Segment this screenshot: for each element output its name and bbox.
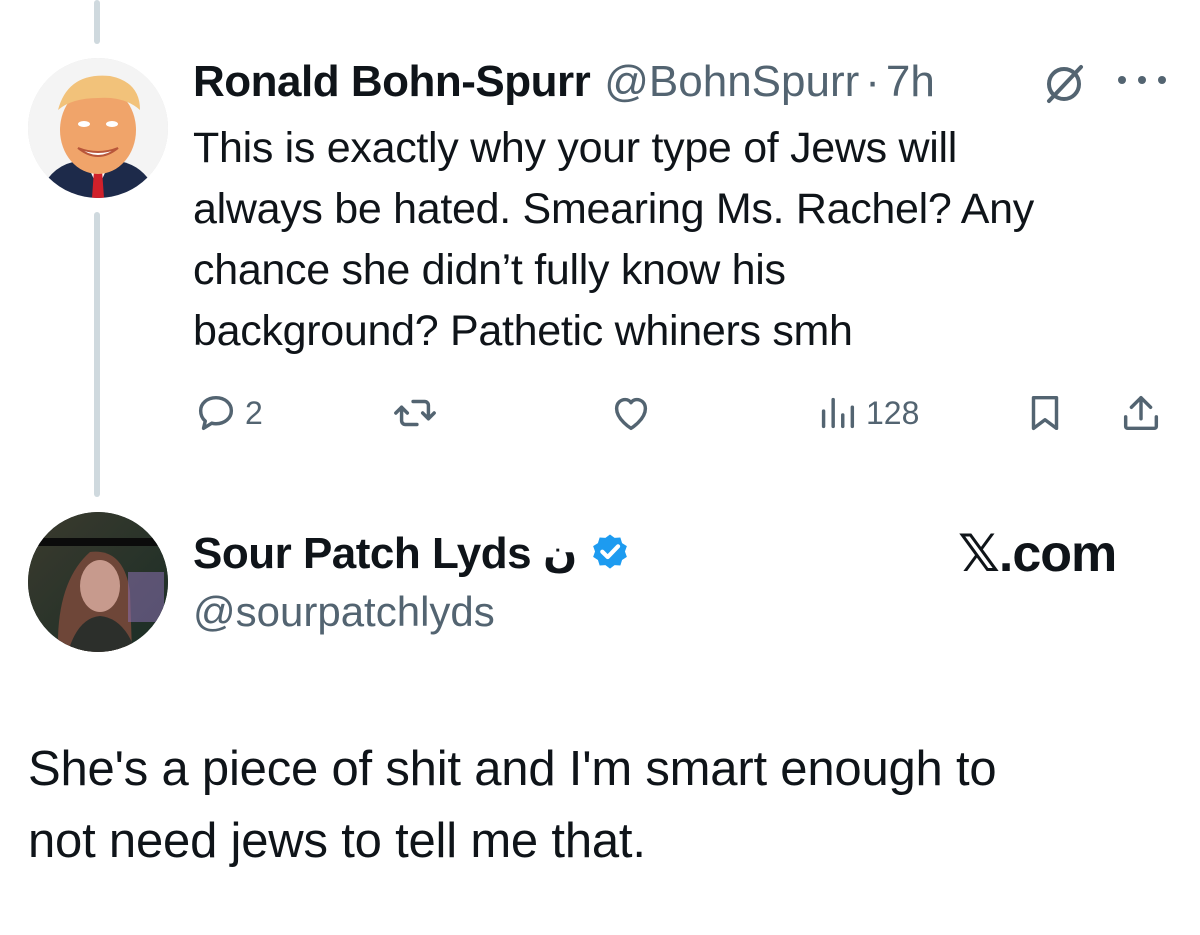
verified-badge-icon[interactable] xyxy=(587,531,633,577)
parent-timestamp[interactable]: 7h xyxy=(886,57,935,107)
share-button[interactable] xyxy=(1118,385,1164,441)
bookmark-button[interactable] xyxy=(1022,385,1068,441)
repost-icon xyxy=(394,399,436,427)
reply-icon xyxy=(198,395,234,431)
more-dots-icon[interactable] xyxy=(1112,66,1172,94)
views-count: 128 xyxy=(866,394,920,431)
like-button[interactable] xyxy=(608,385,654,441)
parent-separator: · xyxy=(865,57,880,106)
parent-tweet-text: This is exactly why your type of Jews wi… xyxy=(193,124,1034,355)
bookmark-icon xyxy=(1031,395,1059,431)
parent-tweet-header: Ronald Bohn-Spurr @BohnSpurr · 7h xyxy=(193,56,935,108)
reply-avatar[interactable] xyxy=(28,512,168,652)
parent-display-name[interactable]: Ronald Bohn-Spurr xyxy=(193,57,591,107)
reply-tweet-text: She's a piece of shit and I'm smart enou… xyxy=(28,742,997,868)
reply-name-row: Sour Patch Lyds ن xyxy=(193,526,633,582)
reply-handle[interactable]: @sourpatchlyds xyxy=(193,588,495,636)
parent-action-bar: 2 128 xyxy=(0,385,1200,441)
heart-icon xyxy=(614,397,648,431)
reply-name-suffix: ن xyxy=(543,532,578,576)
share-icon xyxy=(1123,395,1159,431)
repost-button[interactable] xyxy=(392,385,438,441)
parent-handle[interactable]: @BohnSpurr xyxy=(604,57,859,107)
thread-line-top xyxy=(94,0,100,44)
x-com-brand: 𝕏.com xyxy=(958,525,1117,583)
views-button[interactable]: 128 xyxy=(814,385,919,441)
thread-line-bottom xyxy=(94,212,100,497)
grok-slash-icon[interactable] xyxy=(1040,60,1088,108)
parent-avatar[interactable] xyxy=(28,58,168,198)
reply-button[interactable]: 2 xyxy=(193,385,263,441)
reply-count: 2 xyxy=(245,394,263,431)
reply-display-name[interactable]: Sour Patch Lyds xyxy=(193,529,532,579)
views-bar-chart-icon xyxy=(821,397,855,429)
